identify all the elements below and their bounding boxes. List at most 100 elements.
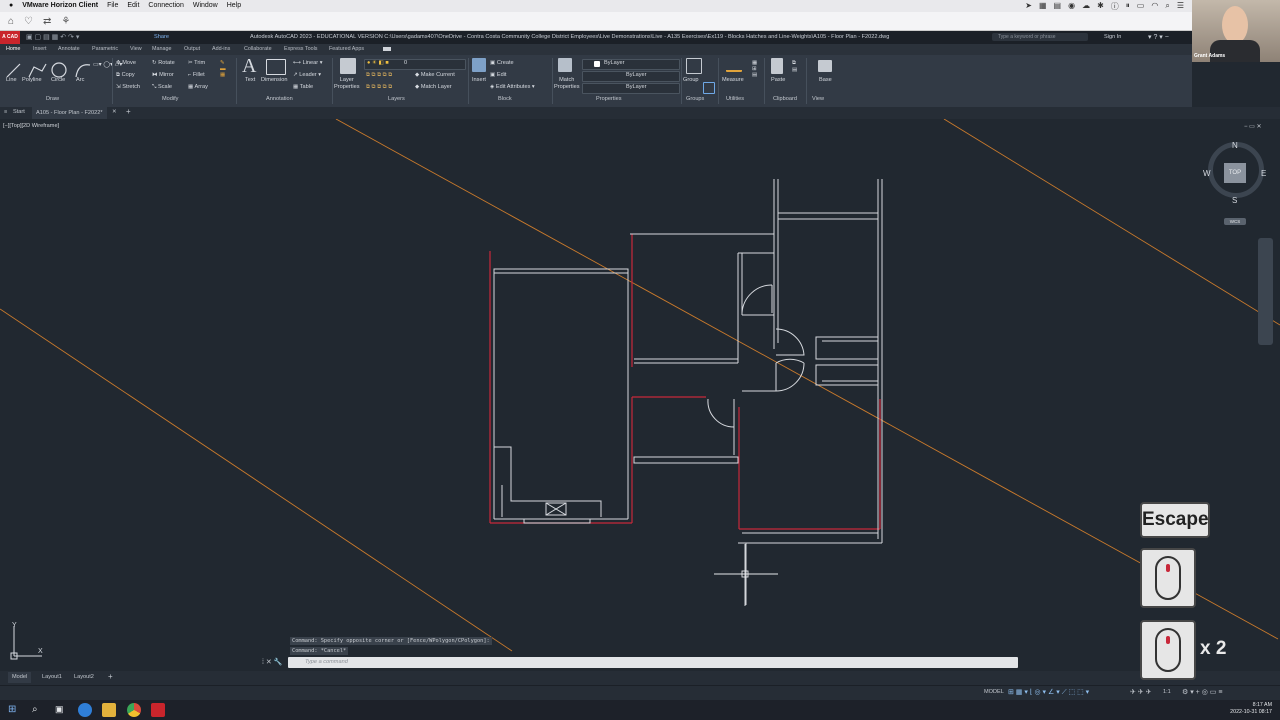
group-select-icon[interactable]: [703, 82, 715, 94]
layer-tool-icons-2[interactable]: ⧉ ⧉ ⧉ ⧉ ⧉: [366, 84, 392, 91]
tab-featured-apps[interactable]: Featured Apps: [329, 46, 364, 52]
tab-view[interactable]: View: [130, 46, 142, 52]
wifi-icon[interactable]: ◠: [1151, 1, 1158, 12]
windows-start-icon[interactable]: ⊞: [8, 704, 16, 715]
location-icon[interactable]: ➤: [1025, 1, 1032, 12]
table-button[interactable]: ▦ Table: [293, 84, 313, 90]
tab-parametric[interactable]: Parametric: [92, 46, 118, 52]
viewcube-north[interactable]: N: [1232, 141, 1238, 150]
control-center-icon[interactable]: ☰: [1177, 1, 1184, 12]
tab-layout1[interactable]: Layout1: [42, 674, 62, 680]
move-button[interactable]: ✥ Move: [116, 60, 136, 66]
dimension-button[interactable]: Dimension: [261, 77, 287, 83]
modify-extra-icons[interactable]: ✎ ▬ ▦: [220, 60, 226, 78]
window-controls[interactable]: ▾ ? ▾ −: [1148, 33, 1169, 41]
annotation-scale[interactable]: 1:1: [1163, 689, 1171, 695]
properties-panel-label[interactable]: Properties: [596, 96, 622, 102]
text-button[interactable]: Text: [245, 77, 255, 83]
viewcube-top-face[interactable]: TOP: [1224, 163, 1246, 183]
edge-icon[interactable]: [78, 703, 92, 717]
tab-express-tools[interactable]: Express Tools: [284, 46, 317, 52]
close-tab-icon[interactable]: ✕: [112, 109, 117, 115]
tab-model[interactable]: Model: [8, 672, 32, 683]
leader-button[interactable]: ↗ Leader ▾: [293, 72, 321, 78]
tab-layout2[interactable]: Layout2: [74, 674, 94, 680]
block-panel-label[interactable]: Block: [498, 96, 512, 102]
autocad-app-button[interactable]: A CAD: [0, 31, 20, 44]
home-icon[interactable]: ⌂: [8, 16, 14, 27]
navigation-bar[interactable]: [1258, 238, 1273, 345]
arc-button[interactable]: Arc: [76, 77, 84, 83]
view-panel-label[interactable]: View: [812, 96, 824, 102]
edit-attributes-button[interactable]: ◈ Edit Attributes ▾: [490, 84, 535, 90]
share-icon[interactable]: ⚘: [61, 16, 70, 27]
make-current-button[interactable]: ◆ Make Current: [415, 72, 455, 78]
match-layer-button[interactable]: ◆ Match Layer: [415, 84, 452, 90]
paste-button[interactable]: Paste: [771, 77, 785, 83]
create-block-button[interactable]: ▣ Create: [490, 60, 514, 66]
mirror-button[interactable]: ⧓ Mirror: [152, 72, 174, 78]
annotation-tool-icons[interactable]: ✈ ✈ ✈: [1130, 688, 1152, 696]
clipboard-extra-icons[interactable]: ⧉ ▤: [792, 60, 797, 73]
scale-button[interactable]: ⤡ Scale: [152, 84, 172, 91]
search-input[interactable]: Type a keyword or phrase: [992, 33, 1088, 41]
share-button[interactable]: Share: [154, 34, 169, 40]
grid-icon[interactable]: ▦: [1039, 1, 1047, 12]
tab-collaborate[interactable]: Collaborate: [244, 46, 272, 52]
group-icon[interactable]: [686, 58, 702, 74]
command-line-controls[interactable]: ⁞ ✕ 🔧: [262, 658, 282, 666]
utilities-extra-icons[interactable]: ▦ ⊞ ▤: [752, 60, 757, 78]
group-button[interactable]: Group: [683, 77, 699, 83]
copy-button[interactable]: ⧉ Copy: [116, 72, 135, 79]
file-explorer-icon[interactable]: [102, 703, 116, 717]
menu-edit[interactable]: Edit: [127, 0, 139, 12]
app-menu[interactable]: VMware Horizon Client: [22, 0, 98, 12]
clipboard-icon[interactable]: ▤: [1054, 1, 1062, 12]
new-layout-icon[interactable]: +: [108, 672, 113, 681]
viewcube-south[interactable]: S: [1232, 196, 1237, 205]
viewcube-west[interactable]: W: [1203, 169, 1211, 178]
chrome-status-icon[interactable]: ◉: [1068, 1, 1075, 12]
clipboard-panel-label[interactable]: Clipboard: [773, 96, 797, 102]
bluetooth-icon[interactable]: ✱: [1097, 1, 1104, 12]
utilities-panel-label[interactable]: Utilities: [726, 96, 744, 102]
match-properties-icon[interactable]: [558, 58, 572, 72]
edit-block-button[interactable]: ▣ Edit: [490, 72, 506, 78]
rotate-button[interactable]: ↻ Rotate: [152, 60, 175, 66]
status-extra-icons[interactable]: ⚙ ▾ + ◎ ▭ ≡: [1182, 688, 1222, 696]
menu-connection[interactable]: Connection: [148, 0, 183, 12]
apple-icon[interactable]: ●: [9, 0, 13, 12]
layer-properties-button[interactable]: Layer Properties: [334, 77, 360, 91]
ribbon-minimize-icon[interactable]: [383, 47, 391, 51]
base-button[interactable]: Base: [819, 77, 832, 83]
cloud-icon[interactable]: ☁: [1082, 1, 1090, 12]
usb-icon[interactable]: ⇄: [43, 16, 51, 27]
new-tab-icon[interactable]: +: [126, 107, 131, 116]
layer-tool-icons[interactable]: ⧉ ⧉ ⧉ ⧉ ⧉: [366, 72, 392, 79]
draw-panel-label[interactable]: Draw: [46, 96, 59, 102]
groups-panel-label[interactable]: Groups: [686, 96, 704, 102]
line-button[interactable]: Line: [6, 77, 17, 83]
polyline-button[interactable]: Polyline: [22, 77, 42, 83]
annotation-panel-label[interactable]: Annotation: [266, 96, 293, 102]
tab-annotate[interactable]: Annotate: [58, 46, 80, 52]
circle-button[interactable]: Circle: [51, 77, 65, 83]
model-space-button[interactable]: MODEL: [984, 689, 1004, 695]
linear-button[interactable]: ⟷ Linear ▾: [293, 60, 323, 66]
tab-manage[interactable]: Manage: [152, 46, 171, 52]
sign-in-button[interactable]: Sign In: [1104, 34, 1121, 40]
wcs-menu[interactable]: WCS: [1224, 218, 1246, 225]
match-properties-button[interactable]: Match Properties: [554, 77, 580, 91]
stretch-button[interactable]: ⇲ Stretch: [116, 84, 140, 90]
menu-help[interactable]: Help: [227, 0, 241, 12]
tab-home[interactable]: Home: [6, 46, 20, 52]
tab-output[interactable]: Output: [184, 46, 200, 52]
tab-add-ins[interactable]: Add-ins: [212, 46, 230, 52]
modify-panel-label[interactable]: Modify: [162, 96, 178, 102]
menu-window[interactable]: Window: [193, 0, 218, 12]
task-view-icon[interactable]: ▣: [55, 704, 64, 715]
array-button[interactable]: ▦ Array: [188, 84, 208, 90]
paste-icon[interactable]: [771, 58, 783, 74]
trim-button[interactable]: ✂ Trim: [188, 60, 205, 66]
tab-current-drawing[interactable]: A105 - Floor Plan - F2022*: [32, 107, 107, 119]
